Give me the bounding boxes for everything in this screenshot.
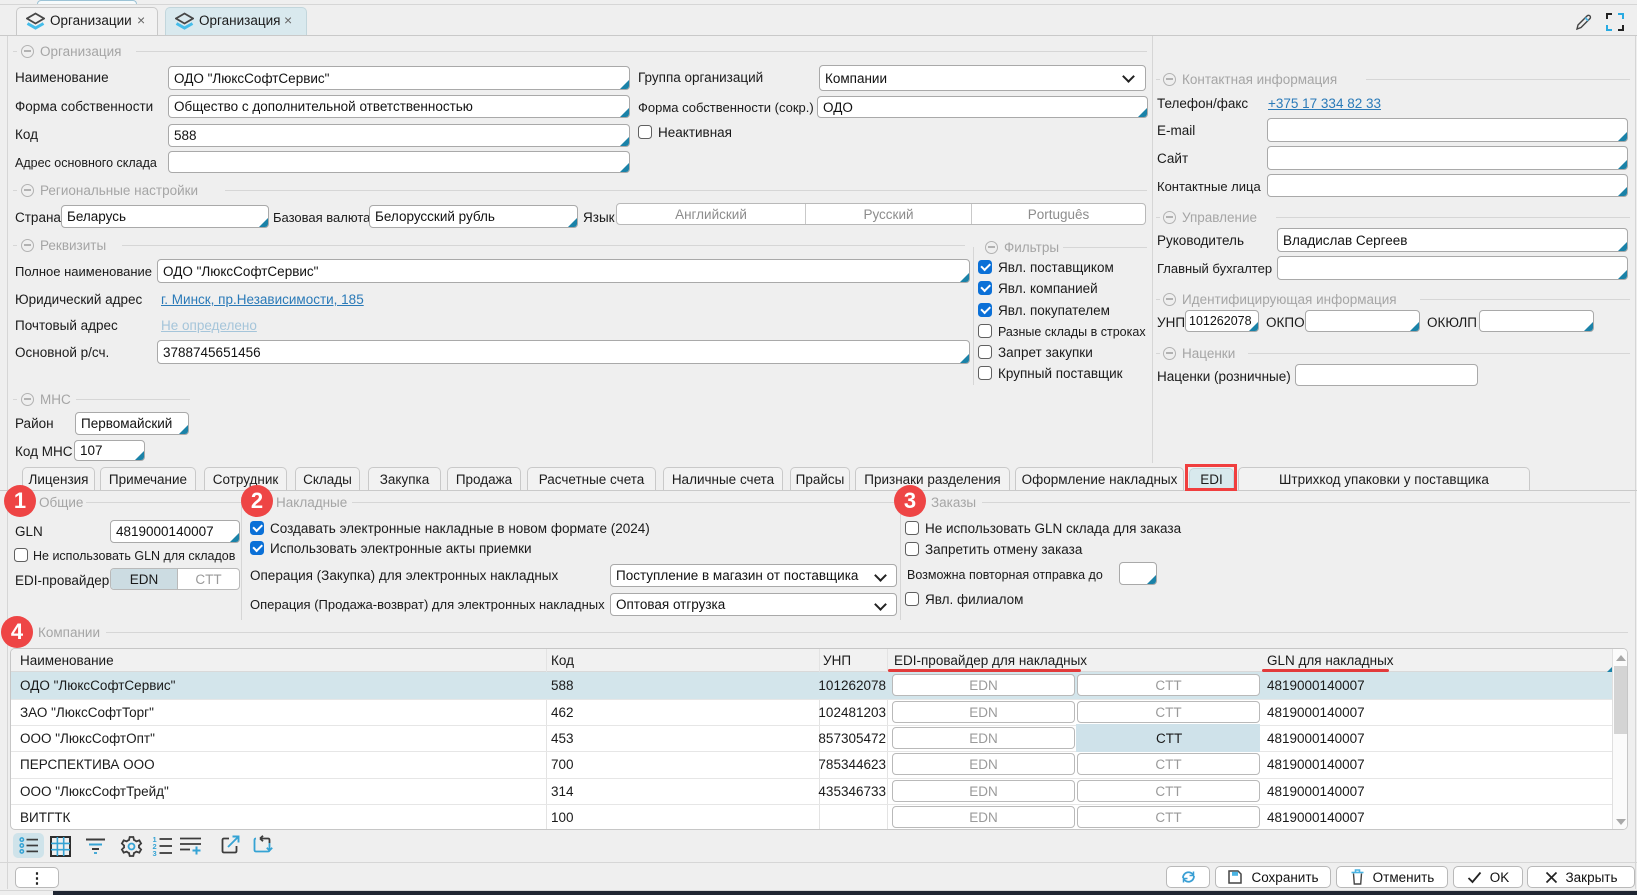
svg-text:3: 3	[153, 849, 157, 856]
